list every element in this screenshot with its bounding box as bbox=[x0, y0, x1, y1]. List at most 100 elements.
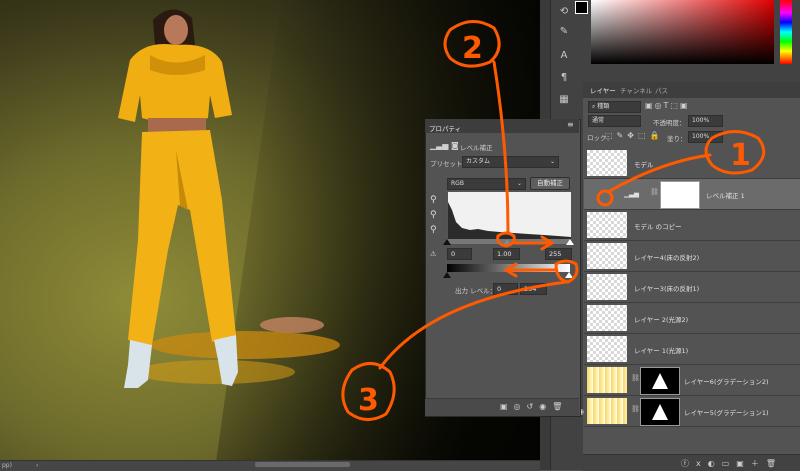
filter-icons[interactable]: ▣◎T⬚▣ bbox=[645, 101, 690, 110]
layer-row[interactable]: ◉⛓レイヤー5(グラデーション1) bbox=[577, 396, 800, 427]
mask-link-icon[interactable]: ⛓ bbox=[631, 374, 640, 382]
kind-filter-label: 種類 bbox=[597, 103, 610, 110]
layer-thumbnail[interactable] bbox=[587, 274, 627, 300]
layer-thumbnail[interactable] bbox=[587, 150, 627, 176]
mask-triangle-shape bbox=[652, 404, 668, 420]
levels-adjustment-icon: ▁▃▅ ◙ bbox=[430, 141, 459, 150]
layer-row[interactable]: ⛓ レイヤー6(グラデーション2) bbox=[584, 365, 800, 396]
layers-panel-tabs: レイヤー チャンネル パス bbox=[583, 82, 800, 98]
layer-mask-thumbnail[interactable] bbox=[660, 181, 700, 209]
channel-value: RGB bbox=[451, 180, 464, 187]
layer-name[interactable]: レイヤー6(グラデーション2) bbox=[684, 376, 769, 386]
foreground-color-swatch[interactable] bbox=[575, 1, 588, 14]
output-white-slider[interactable] bbox=[565, 272, 573, 278]
clipping-warning-icon[interactable]: ⚠ bbox=[430, 250, 436, 258]
chevron-down-icon: ⌄ bbox=[549, 158, 555, 165]
gray-point-eyedropper-icon[interactable]: ⚲ bbox=[430, 210, 437, 220]
floor-reflection-2 bbox=[135, 360, 295, 384]
layer-row[interactable]: レイヤー 1(光源1) bbox=[584, 334, 800, 365]
opacity-label: 不透明度： bbox=[653, 119, 686, 127]
layer-thumbnail[interactable] bbox=[587, 305, 627, 331]
output-white-field[interactable]: 254 bbox=[520, 283, 547, 295]
layer-name[interactable]: モデル bbox=[634, 159, 654, 169]
black-point-eyedropper-icon[interactable]: ⚲ bbox=[430, 195, 437, 205]
layer-name[interactable]: レイヤー 1(光源1) bbox=[634, 345, 688, 355]
blend-mode-value: 通常 bbox=[592, 117, 605, 124]
layer-thumbnail[interactable] bbox=[587, 212, 627, 238]
pants bbox=[128, 130, 236, 345]
color-field[interactable] bbox=[591, 0, 774, 64]
input-gamma-slider[interactable] bbox=[503, 239, 511, 245]
brush-settings-icon[interactable]: ✎ bbox=[557, 26, 571, 38]
hoodie bbox=[118, 44, 232, 123]
floor-reflection-1 bbox=[150, 331, 340, 359]
opacity-input[interactable]: 100% bbox=[688, 115, 723, 127]
status-text: pp) bbox=[2, 462, 12, 469]
output-levels-label: 出力 レベル： bbox=[455, 287, 497, 295]
tab-channels[interactable]: チャンネル bbox=[620, 85, 652, 95]
preset-select[interactable]: カスタム ⌄ bbox=[462, 156, 559, 168]
output-levels-gradient[interactable] bbox=[447, 264, 570, 272]
white-point-eyedropper-icon[interactable]: ⚲ bbox=[430, 225, 437, 235]
input-black-field[interactable]: 0 bbox=[447, 248, 472, 260]
mask-link-icon[interactable]: ⛓ bbox=[631, 405, 640, 413]
layer-name[interactable]: レイヤー3(床の反射1) bbox=[634, 283, 699, 293]
auto-adjust-button[interactable]: 自動補正 bbox=[530, 177, 570, 190]
layer-action-icons[interactable]: ⓕx◐▭▣＋🗑 bbox=[681, 458, 783, 469]
layer-row[interactable]: レイヤー4(床の反射2) bbox=[584, 241, 800, 272]
layer-row[interactable]: レイヤー3(床の反射1) bbox=[584, 272, 800, 303]
opacity-value: 100% bbox=[692, 117, 710, 124]
left-boot bbox=[124, 340, 152, 388]
character-icon[interactable]: A bbox=[557, 50, 571, 62]
layer-thumbnail[interactable] bbox=[587, 336, 627, 362]
histogram-shape bbox=[448, 202, 571, 239]
input-black-slider[interactable] bbox=[443, 239, 451, 245]
channel-select[interactable]: RGB ⌄ bbox=[447, 178, 526, 190]
swatches-icon[interactable]: ▦ bbox=[557, 94, 571, 106]
mask-triangle-shape bbox=[652, 373, 668, 389]
horizontal-scrollbar[interactable] bbox=[255, 462, 350, 467]
face bbox=[164, 15, 188, 45]
layers-panel-footer: ⓕx◐▭▣＋🗑 bbox=[583, 454, 800, 471]
properties-tab[interactable]: プロパティ bbox=[429, 123, 461, 133]
fill-input[interactable]: 100% bbox=[688, 131, 723, 143]
tab-layers[interactable]: レイヤー bbox=[590, 85, 616, 95]
layer-thumbnail[interactable] bbox=[587, 243, 627, 269]
adjustment-title: レベル補正 bbox=[460, 144, 493, 152]
layer-thumbnail[interactable] bbox=[587, 398, 627, 424]
input-white-field[interactable]: 255 bbox=[545, 248, 572, 260]
status-arrow-icon[interactable]: › bbox=[36, 462, 38, 469]
output-black-field[interactable]: 0 bbox=[493, 283, 518, 295]
properties-footer: ▣◎↺◉🗑 bbox=[425, 398, 579, 416]
chevron-down-icon: ⌄ bbox=[516, 180, 522, 187]
layer-mask-thumbnail[interactable] bbox=[640, 367, 680, 395]
layer-name[interactable]: レイヤー5(グラデーション1) bbox=[684, 407, 769, 417]
input-gamma-field[interactable]: 1.00 bbox=[493, 248, 520, 260]
history-icon[interactable]: ⟲ bbox=[557, 6, 571, 18]
layer-name[interactable]: レイヤー4(床の反射2) bbox=[634, 252, 699, 262]
kind-filter-select[interactable]: ⌕ 種類 bbox=[588, 101, 641, 113]
panel-menu-icon[interactable]: ≡ bbox=[567, 120, 574, 129]
layer-mask-thumbnail[interactable] bbox=[640, 398, 680, 426]
mask-link-icon[interactable]: ⛓ bbox=[650, 188, 659, 196]
layer-row[interactable]: ▁▃▅ ⛓ レベル補正 1 bbox=[584, 179, 800, 210]
output-black-slider[interactable] bbox=[443, 272, 451, 278]
layer-row[interactable]: モデル のコピー bbox=[584, 210, 800, 241]
preset-value: カスタム bbox=[466, 158, 491, 165]
paragraph-icon[interactable]: ¶ bbox=[557, 72, 571, 84]
hue-slider[interactable] bbox=[780, 0, 792, 64]
layer-thumbnail[interactable] bbox=[587, 367, 627, 393]
layer-name[interactable]: レベル補正 1 bbox=[706, 190, 745, 200]
input-white-slider[interactable] bbox=[566, 239, 574, 245]
blend-mode-select[interactable]: 通常 bbox=[588, 115, 641, 127]
levels-layer-icon: ▁▃▅ bbox=[624, 190, 639, 198]
layer-row[interactable]: モデル bbox=[584, 148, 800, 179]
properties-action-icons[interactable]: ▣◎↺◉🗑 bbox=[500, 402, 568, 411]
histogram-graph bbox=[448, 202, 571, 239]
tab-paths[interactable]: パス bbox=[655, 85, 668, 95]
lock-icons[interactable]: ⬚✎✥⬚🔒 bbox=[605, 131, 663, 140]
layer-name[interactable]: モデル のコピー bbox=[634, 221, 682, 231]
fill-value: 100% bbox=[692, 133, 710, 140]
layer-name[interactable]: レイヤー 2(光源2) bbox=[634, 314, 688, 324]
layer-row[interactable]: レイヤー 2(光源2) bbox=[584, 303, 800, 334]
